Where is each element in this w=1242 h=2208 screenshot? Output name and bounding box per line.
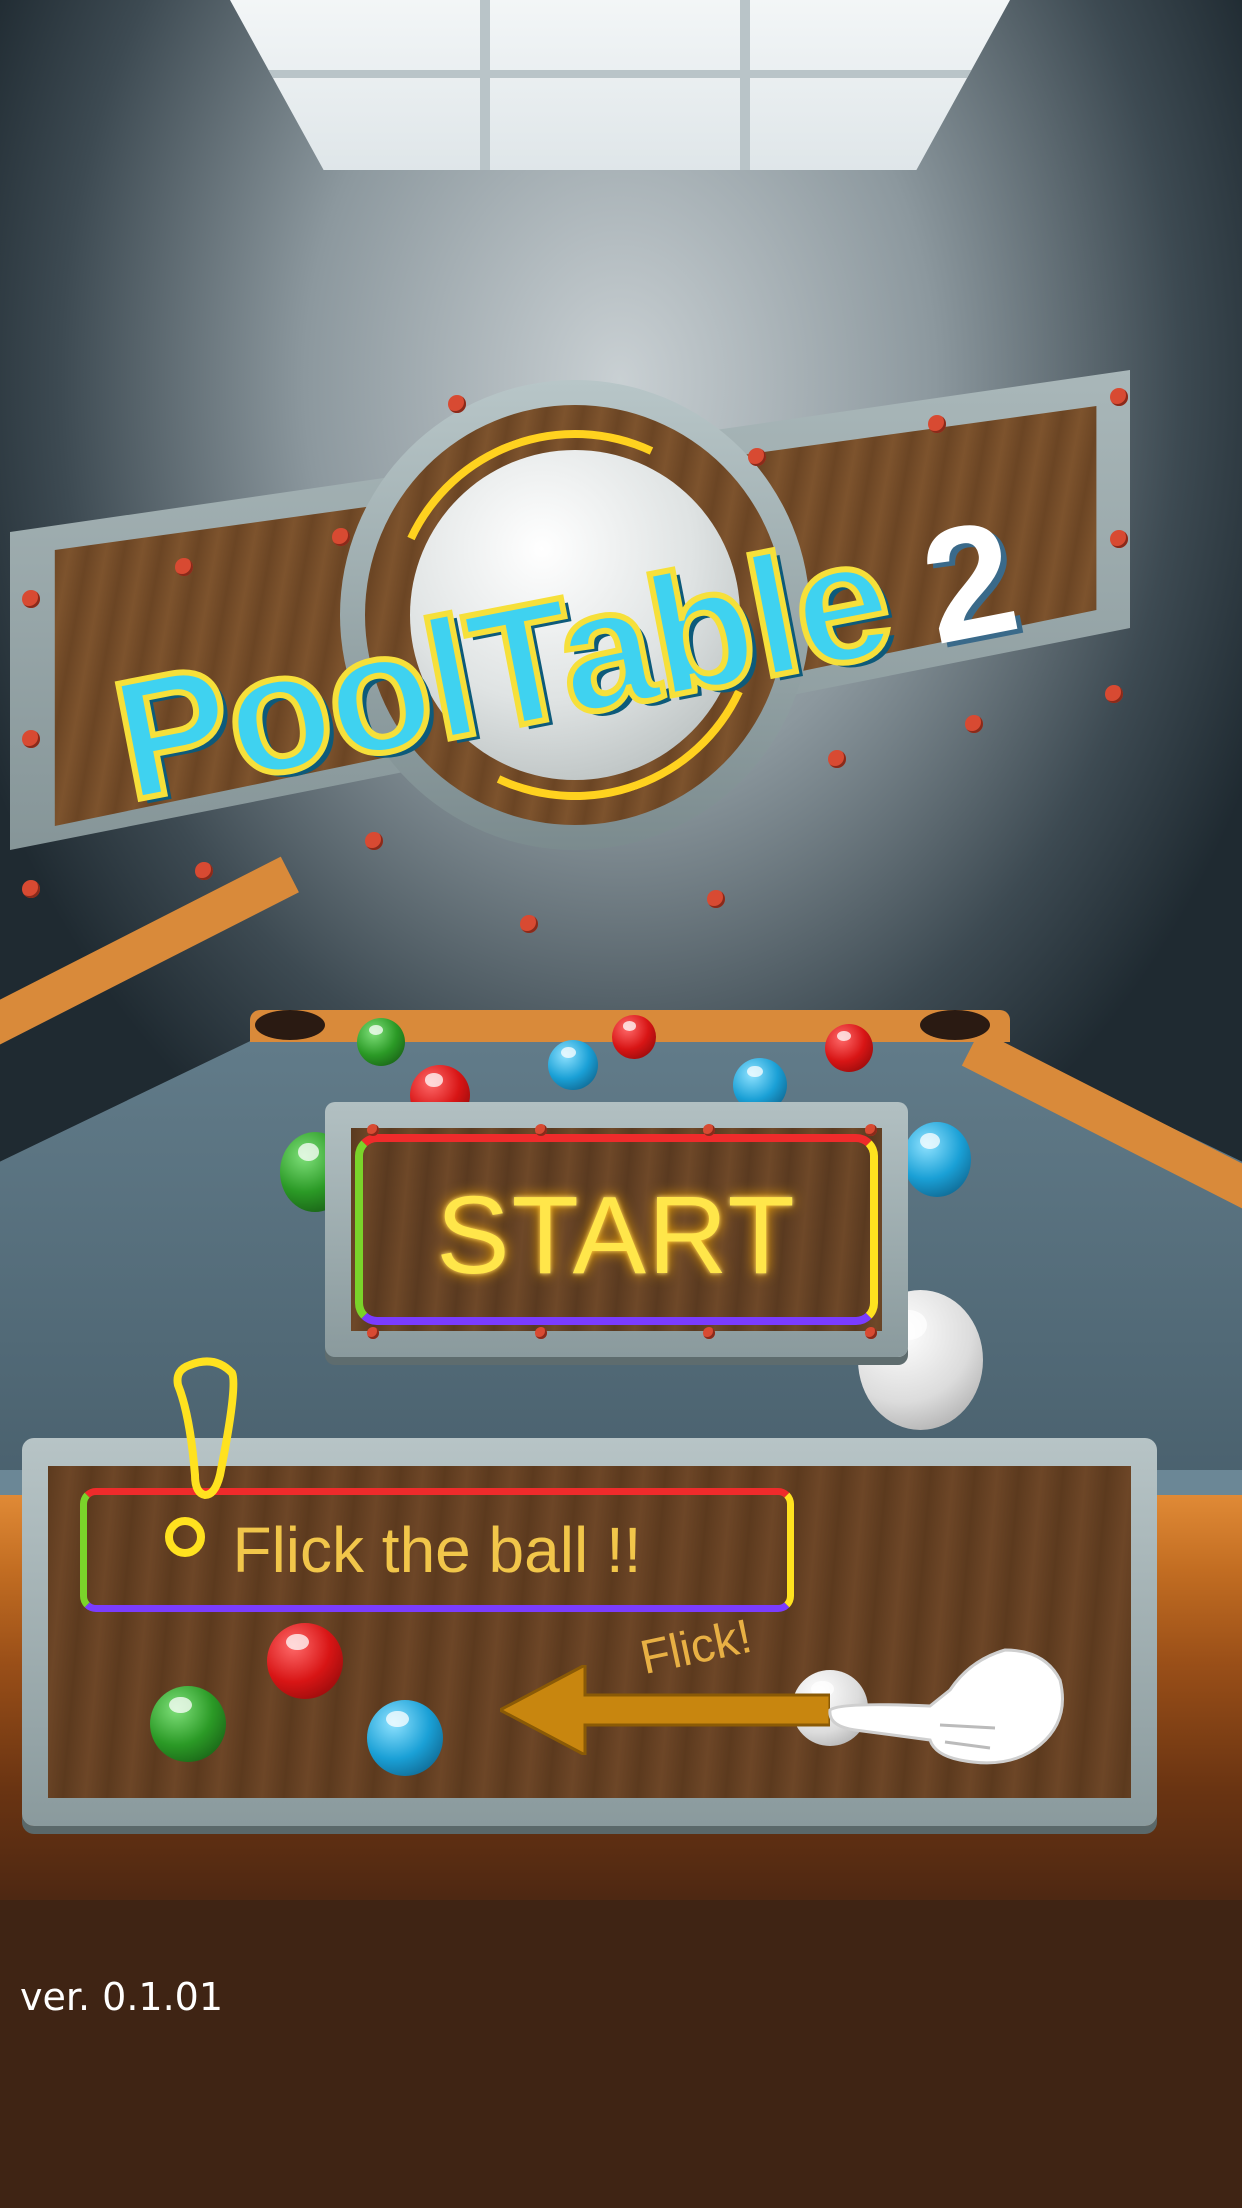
red-ball xyxy=(612,1015,656,1059)
pocket xyxy=(920,1010,990,1040)
rivet xyxy=(365,832,383,850)
rivet xyxy=(22,590,40,608)
rivet xyxy=(535,1327,547,1339)
rivet xyxy=(1110,530,1128,548)
rivet xyxy=(965,715,983,733)
rivet xyxy=(22,730,40,748)
rivet xyxy=(865,1327,877,1339)
blue-ball xyxy=(548,1040,598,1090)
rivet xyxy=(535,1124,547,1136)
blue-ball xyxy=(903,1122,971,1197)
rivet xyxy=(332,528,350,546)
rivet xyxy=(707,890,725,908)
floor xyxy=(0,1900,1242,2208)
rivet xyxy=(520,915,538,933)
rivet xyxy=(367,1124,379,1136)
game-scene: PoolTable 2 START Flick the ball !! Flic… xyxy=(0,0,1242,2208)
rivet xyxy=(367,1327,379,1339)
red-ball-icon xyxy=(267,1623,343,1699)
exclamation-icon xyxy=(165,1357,238,1557)
ceiling-light xyxy=(230,0,1010,170)
pointing-hand-icon xyxy=(828,1648,1064,1765)
start-button[interactable]: START xyxy=(325,1102,908,1357)
rivet xyxy=(22,880,40,898)
blue-ball-icon xyxy=(367,1700,443,1776)
rivet xyxy=(1105,685,1123,703)
version-label: ver. 0.1.01 xyxy=(20,1975,224,2019)
game-logo: PoolTable 2 xyxy=(10,370,1130,970)
rivet xyxy=(928,415,946,433)
rivet xyxy=(175,558,193,576)
rivet xyxy=(703,1124,715,1136)
rivet xyxy=(1110,388,1128,406)
rivet xyxy=(865,1124,877,1136)
red-ball xyxy=(825,1024,873,1072)
rivet xyxy=(448,395,466,413)
green-ball xyxy=(357,1018,405,1066)
pocket xyxy=(255,1010,325,1040)
green-ball-icon xyxy=(150,1686,226,1762)
rivet xyxy=(703,1327,715,1339)
rivet xyxy=(748,448,766,466)
rivet xyxy=(828,750,846,768)
rivet xyxy=(195,862,213,880)
start-button-label: START xyxy=(436,1174,797,1297)
